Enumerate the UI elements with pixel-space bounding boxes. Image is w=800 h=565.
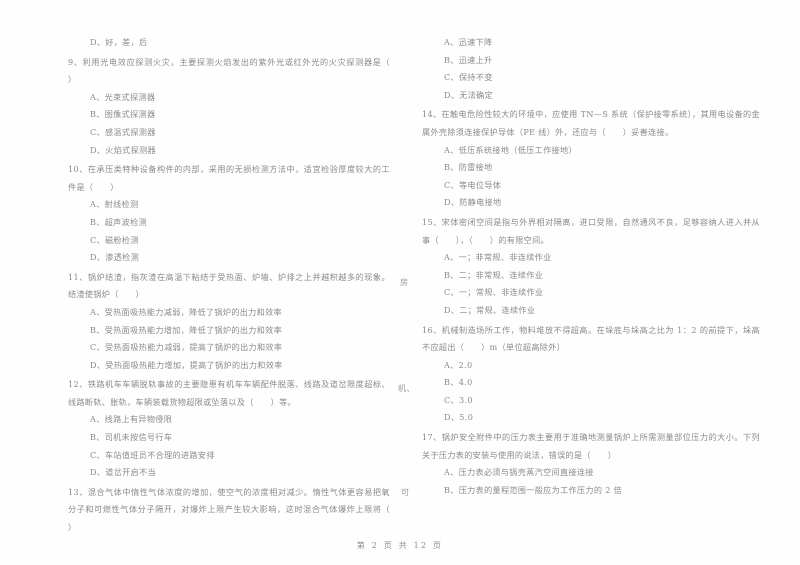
option-item[interactable]: A、低压系统接地（低压工作接地） <box>422 142 760 160</box>
option-item[interactable]: A、一；非常规、非连续作业 <box>422 249 760 267</box>
option-item[interactable]: C、受热面吸热能力减弱，提高了锅炉的出力和效率 <box>68 339 390 357</box>
question-stem: 13、混合气体中惰性气体浓度的增加，使空气的浓度相对减少。惰性气体更容易把氧分子… <box>68 486 407 533</box>
question-14: 14、在触电危险性较大的环境中，应使用 TN—S 系统（保护接零系统），其用电设… <box>422 106 760 212</box>
question-16: 16、机械制造场所工作，物料堆放不得超高。在垛底与垛高之比为 1：2 的前提下，… <box>422 322 760 428</box>
option-item[interactable]: B、压力表的量程范围一般应为工作压力的 2 倍 <box>422 482 760 500</box>
question-stem: 12、铁路机车车辆脱轨事故的主要隐患有机车车辆配件脱落、线路及道岔限度超标、线路… <box>68 379 390 407</box>
margin-fragment: 机、 <box>398 383 415 393</box>
margin-fragment: 房 <box>400 277 409 287</box>
option-item[interactable]: D、无法确定 <box>422 87 760 105</box>
question-13: 13、混合气体中惰性气体浓度的增加，使空气的浓度相对减少。惰性气体更容易把氧分子… <box>68 484 407 537</box>
option-item[interactable]: A、射线检测 <box>68 196 390 214</box>
question-stem: 10、在承压类特种设备构件的内部，采用的无损检测方法中，适宜检验厚度较大的工件是… <box>68 164 390 192</box>
option-item[interactable]: C、等电位导体 <box>422 177 760 195</box>
question-17: 17、锅炉安全附件中的压力表主要用于准确地测量锅炉上所需测量部位压力的大小。下列… <box>422 429 760 499</box>
option-item[interactable]: C、感温式探测器 <box>68 124 390 142</box>
option-item[interactable]: B、图像式探测器 <box>68 106 390 124</box>
margin-fragment: 可 <box>401 487 410 497</box>
question-stem: 17、锅炉安全附件中的压力表主要用于准确地测量锅炉上所需测量部位压力的大小。下列… <box>422 432 760 460</box>
question-stem: 15、宋体密闭空间是指与外界相对隔离，进口受限，自然通风不良，足够容纳人进入并从… <box>422 216 760 245</box>
option-item[interactable]: C、磁粉检测 <box>68 232 390 250</box>
option-item[interactable]: C、一；常规、非连续作业 <box>422 284 760 302</box>
option-item[interactable]: B、受热面吸热能力增加，降低了锅炉的出力和效率 <box>68 322 390 340</box>
option-item[interactable]: D、受热面吸热能力增加，提高了锅炉的出力和效率 <box>68 357 390 375</box>
option-item[interactable]: A、压力表必须与锅壳蒸汽空间直接连接 <box>422 464 760 482</box>
option-item[interactable]: D、防静电接地 <box>422 194 760 212</box>
option-item[interactable]: A、光束式探测器 <box>68 89 390 107</box>
option-item[interactable]: D、二；常规、连续作业 <box>422 302 760 320</box>
question-10: 10、在承压类特种设备构件的内部，采用的无损检测方法中，适宜检验厚度较大的工件是… <box>68 161 390 267</box>
page-footer: 第 2 页 共 12 页 <box>356 541 444 550</box>
orphan-option-block: D、好，差，后 <box>68 34 390 52</box>
option-item[interactable]: A、线路上有异物侵限 <box>68 411 390 429</box>
option-item[interactable]: B、二；非常规、连续作业 <box>422 267 760 285</box>
option-item[interactable]: C、保持不变 <box>422 69 760 87</box>
question-15: 15、宋体密闭空间是指与外界相对隔离，进口受限，自然通风不良，足够容纳人进入并从… <box>422 214 760 320</box>
option-item[interactable]: A、迅速下降 <box>422 34 760 52</box>
orphan-options-block: A、迅速下降 B、迅速上升 C、保持不变 D、无法确定 <box>422 34 760 104</box>
question-9: 9、利用光电效应探测火灾，主要探测火焰发出的紫外光或红外光的火灾探测器是（ ） … <box>68 54 407 160</box>
option-item[interactable]: B、4.0 <box>422 374 760 392</box>
left-column: D、好，差，后 9、利用光电效应探测火灾，主要探测火焰发出的紫外光或红外光的火灾… <box>0 0 407 532</box>
question-11: 11、锅炉结渣，指灰渣在高温下粘结于受热面、炉墙、炉排之上并越积越多的现象。结渣… <box>68 269 390 375</box>
question-stem: 16、机械制造场所工作，物料堆放不得超高。在垛底与垛高之比为 1：2 的前提下，… <box>422 324 760 353</box>
option-item[interactable]: B、防雷接地 <box>422 159 760 177</box>
option-item[interactable]: B、司机未按信号行车 <box>68 429 390 447</box>
option-item[interactable]: D、火焰式探测器 <box>68 142 390 160</box>
question-stem: 11、锅炉结渣，指灰渣在高温下粘结于受热面、炉墙、炉排之上并越积越多的现象。结渣… <box>68 271 390 300</box>
right-column: A、迅速下降 B、迅速上升 C、保持不变 D、无法确定 14、在触电危险性较大的… <box>400 0 800 520</box>
option-item[interactable]: A、受热面吸热能力减弱，降低了锅炉的出力和效率 <box>68 304 390 322</box>
question-stem: 9、利用光电效应探测火灾，主要探测火焰发出的紫外光或红外光的火灾探测器是（ ） <box>68 56 407 85</box>
option-item[interactable]: D、道岔开启不当 <box>68 464 390 482</box>
option-item[interactable]: C、车站值班员不合理的进路安排 <box>68 447 390 465</box>
option-item[interactable]: D、5.0 <box>422 409 760 427</box>
option-item[interactable]: C、3.0 <box>422 392 760 410</box>
option-item[interactable]: B、迅速上升 <box>422 52 760 70</box>
option-item[interactable]: D、渗透检测 <box>68 249 390 267</box>
option-item: D、好，差，后 <box>90 37 148 47</box>
exam-page: D、好，差，后 9、利用光电效应探测火灾，主要探测火焰发出的紫外光或红外光的火灾… <box>0 0 800 565</box>
option-item[interactable]: B、超声波检测 <box>68 214 390 232</box>
question-12: 12、铁路机车车辆脱轨事故的主要隐患有机车车辆配件脱落、线路及道岔限度超标、线路… <box>68 376 390 482</box>
question-stem: 14、在触电危险性较大的环境中，应使用 TN—S 系统（保护接零系统），其用电设… <box>422 109 760 137</box>
option-item[interactable]: A、2.0 <box>422 357 760 375</box>
two-column-body: D、好，差，后 9、利用光电效应探测火灾，主要探测火焰发出的紫外光或红外光的火灾… <box>0 0 800 532</box>
